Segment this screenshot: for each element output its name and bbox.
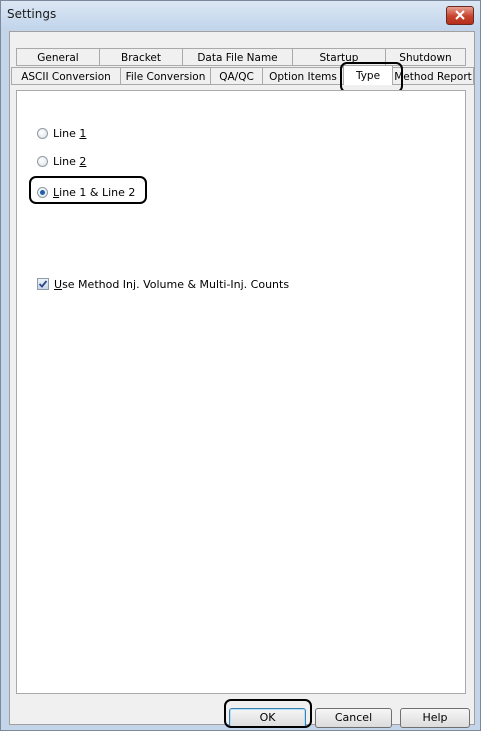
checkbox-box[interactable] [37,278,49,290]
cancel-button[interactable]: Cancel [315,708,392,728]
radio-line-2-button[interactable] [37,155,48,167]
tab-data-file-name[interactable]: Data File Name [182,48,293,66]
tab-bracket[interactable]: Bracket [99,48,183,66]
tab-option-items[interactable]: Option Items [262,67,344,85]
tab-method-report[interactable]: Method Report [392,67,474,85]
ok-button[interactable]: OK [229,708,306,728]
title-bar[interactable]: Settings [1,1,480,29]
radio-line-1-and-2-button[interactable] [37,186,48,198]
radio-line-2-label: Line 2 [53,154,87,168]
tab-file-conversion[interactable]: File Conversion [120,67,211,85]
radio-line-1-button[interactable] [37,127,48,139]
close-button[interactable] [446,6,474,25]
tab-general[interactable]: General [16,48,100,66]
tab-ascii-conversion[interactable]: ASCII Conversion [11,67,121,85]
radio-line-1-and-2-label: Line 1 & Line 2 [53,185,136,199]
radio-line-1-label: Line 1 [53,126,87,140]
radio-line-1-and-2[interactable]: Line 1 & Line 2 [37,184,135,200]
settings-dialog: Settings General Bracket Data File Name … [0,0,481,731]
tab-shutdown[interactable]: Shutdown [385,48,466,66]
tab-startup[interactable]: Startup [292,48,386,66]
radio-line-1[interactable]: Line 1 [37,125,86,141]
checkmark-icon [38,280,48,288]
window-title: Settings [7,7,57,21]
use-method-inj-volume-checkbox[interactable]: Use Method Inj. Volume & Multi-Inj. Coun… [37,276,289,292]
close-icon [455,10,465,20]
type-tab-page: Line 1 Line 2 Line 1 & Line 2 Use Method… [16,90,466,694]
radio-line-2[interactable]: Line 2 [37,153,86,169]
tab-qa-qc[interactable]: QA/QC [210,67,263,85]
dialog-client-area: General Bracket Data File Name Startup S… [9,31,475,728]
help-button[interactable]: Help [400,708,470,728]
checkbox-label: Use Method Inj. Volume & Multi-Inj. Coun… [54,277,290,291]
tab-type[interactable]: Type [343,65,393,85]
